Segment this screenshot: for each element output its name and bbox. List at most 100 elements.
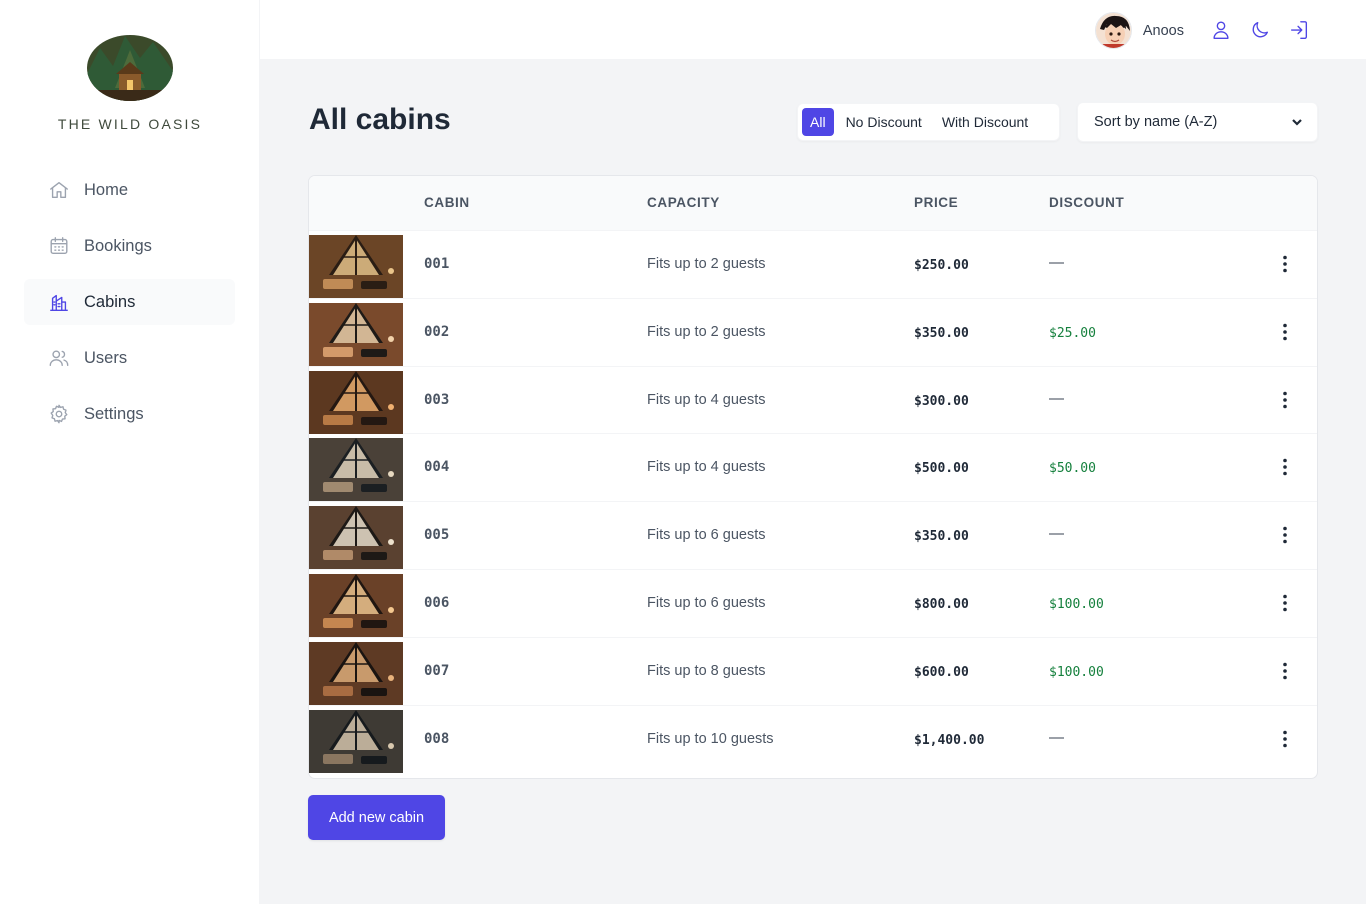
vertical-dots-icon xyxy=(1283,255,1287,273)
sidebar-item-bookings[interactable]: Bookings xyxy=(24,223,235,269)
cabin-name: 004 xyxy=(424,459,450,476)
row-menu-button[interactable] xyxy=(1275,253,1295,275)
sidebar-item-home[interactable]: Home xyxy=(24,167,235,213)
sidebar-item-users[interactable]: Users xyxy=(24,335,235,381)
cabin-name: 001 xyxy=(424,256,450,272)
cabin-capacity: Fits up to 6 guests xyxy=(647,594,766,611)
chevron-down-icon xyxy=(1292,119,1302,126)
filter-with-discount-button[interactable]: With Discount xyxy=(934,108,1036,136)
filter-no-discount-button[interactable]: No Discount xyxy=(838,108,930,136)
sidebar-item-label: Settings xyxy=(84,404,144,423)
row-menu-button[interactable] xyxy=(1275,524,1295,546)
vertical-dots-icon xyxy=(1283,459,1287,476)
cabins-icon xyxy=(50,294,68,311)
home-icon xyxy=(50,181,68,199)
table-row: 004 Fits up to 4 guests $500.00 $50.00 xyxy=(309,434,1317,503)
gear-icon xyxy=(50,404,68,424)
cabin-capacity: Fits up to 4 guests xyxy=(647,459,766,476)
sidebar-item-label: Home xyxy=(84,180,129,199)
cabin-price: $300.00 xyxy=(914,393,969,409)
cabin-thumbnail xyxy=(309,438,403,502)
cabin-name: 006 xyxy=(424,594,450,611)
sort-selected-value: Sort by name (A-Z) xyxy=(1094,114,1218,130)
sidebar-item-cabins[interactable]: Cabins xyxy=(24,279,235,325)
row-menu-button[interactable] xyxy=(1275,321,1295,343)
vertical-dots-icon xyxy=(1283,662,1287,680)
row-menu-button[interactable] xyxy=(1275,728,1295,750)
table-row: 001 Fits up to 2 guests $250.00 — xyxy=(309,231,1317,299)
row-menu-button[interactable] xyxy=(1275,389,1295,411)
sidebar-item-label: Bookings xyxy=(84,236,152,255)
row-menu-button[interactable] xyxy=(1275,592,1295,614)
cabin-thumbnail xyxy=(309,235,403,298)
cabin-capacity: Fits up to 6 guests xyxy=(647,527,766,544)
avatar-image xyxy=(1095,13,1131,48)
user-icon[interactable] xyxy=(1210,19,1232,41)
top-header: Anoos xyxy=(260,0,1366,60)
vertical-dots-icon xyxy=(1283,391,1287,408)
vertical-dots-icon xyxy=(1283,594,1287,612)
cabin-thumbnail xyxy=(309,302,403,366)
discount-filter: All No Discount With Discount xyxy=(797,103,1060,141)
vertical-dots-icon xyxy=(1283,730,1287,747)
cabin-discount: — xyxy=(1049,254,1064,271)
cabin-capacity: Fits up to 10 guests xyxy=(647,730,774,747)
column-header-capacity: CAPACITY xyxy=(647,195,720,210)
cabin-name: 002 xyxy=(424,323,450,340)
cabin-price: $350.00 xyxy=(914,529,969,545)
sort-select[interactable]: Sort by name (A-Z) xyxy=(1077,102,1318,142)
cabin-name: 008 xyxy=(424,730,450,747)
cabin-thumbnail xyxy=(309,370,403,434)
cabin-capacity: Fits up to 2 guests xyxy=(647,256,766,272)
cabin-price: $800.00 xyxy=(914,596,969,612)
column-header-cabin: CABIN xyxy=(424,195,470,210)
column-header-price: PRICE xyxy=(914,195,959,210)
table-row: 008 Fits up to 10 guests $1,400.00 — xyxy=(309,706,1317,774)
user-profile[interactable]: Anoos xyxy=(1094,12,1184,49)
calendar-icon xyxy=(50,237,68,255)
table-row: 002 Fits up to 2 guests $350.00 $25.00 xyxy=(309,299,1317,367)
cabin-thumbnail xyxy=(309,506,403,570)
cabin-discount: — xyxy=(1049,389,1064,407)
logout-icon[interactable] xyxy=(1288,19,1310,41)
row-menu-button[interactable] xyxy=(1275,660,1295,682)
column-header-discount: DISCOUNT xyxy=(1049,195,1125,210)
cabin-price: $1,400.00 xyxy=(914,732,985,748)
table-row: 006 Fits up to 6 guests $800.00 $100.00 xyxy=(309,570,1317,638)
users-icon xyxy=(49,350,69,367)
cabin-discount: $50.00 xyxy=(1049,461,1096,477)
cabin-discount: $100.00 xyxy=(1049,596,1104,612)
main-nav: Home Bookings Cabins Users Settings xyxy=(24,167,235,447)
add-new-cabin-button[interactable]: Add new cabin xyxy=(308,795,445,840)
cabin-name: 007 xyxy=(424,662,450,679)
cabin-thumbnail xyxy=(309,573,403,637)
sidebar: THE WILD OASIS Home Bookings Cabins User… xyxy=(0,0,260,904)
cabin-price: $250.00 xyxy=(914,258,969,273)
table-row: 007 Fits up to 8 guests $600.00 $100.00 xyxy=(309,638,1317,706)
table-header: CABIN CAPACITY PRICE DISCOUNT xyxy=(309,176,1317,231)
cabin-name: 003 xyxy=(424,391,450,408)
filter-all-button[interactable]: All xyxy=(802,108,834,136)
vertical-dots-icon xyxy=(1283,323,1287,341)
table-row: 003 Fits up to 4 guests $300.00 — xyxy=(309,367,1317,435)
vertical-dots-icon xyxy=(1283,526,1287,544)
logo-image xyxy=(87,35,173,101)
cabin-discount: — xyxy=(1049,728,1064,746)
brand-logo[interactable]: THE WILD OASIS xyxy=(0,28,260,132)
cabin-price: $350.00 xyxy=(914,325,969,341)
table-row: 005 Fits up to 6 guests $350.00 — xyxy=(309,502,1317,570)
cabin-discount: $100.00 xyxy=(1049,664,1104,680)
cabin-price: $600.00 xyxy=(914,664,969,680)
cabin-capacity: Fits up to 8 guests xyxy=(647,662,766,679)
cabin-discount: — xyxy=(1049,525,1064,543)
cabin-capacity: Fits up to 2 guests xyxy=(647,323,766,340)
moon-icon[interactable] xyxy=(1249,19,1271,41)
row-menu-button[interactable] xyxy=(1275,456,1295,478)
cabin-capacity: Fits up to 4 guests xyxy=(647,391,766,408)
cabin-name: 005 xyxy=(424,527,450,544)
cabin-thumbnail xyxy=(309,709,403,773)
cabins-table: CABIN CAPACITY PRICE DISCOUNT 001 Fits u… xyxy=(308,175,1318,779)
sidebar-item-label: Users xyxy=(84,348,128,367)
header-actions xyxy=(1210,19,1310,41)
sidebar-item-settings[interactable]: Settings xyxy=(24,391,235,437)
